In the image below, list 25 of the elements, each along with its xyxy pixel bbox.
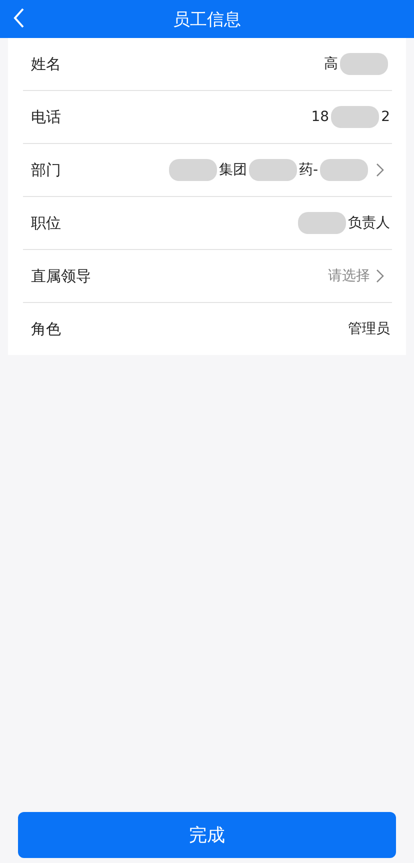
field-value: 负责人 <box>348 214 390 232</box>
field-label: 角色 <box>31 320 61 338</box>
done-button[interactable]: 完成 <box>18 812 396 858</box>
select-placeholder[interactable]: 请选择 <box>328 267 370 285</box>
field-value: 集团 <box>218 161 247 179</box>
page-title: 员工信息 <box>173 8 241 30</box>
field-value: 高 <box>324 55 338 73</box>
redaction-blur <box>340 53 388 75</box>
field-value: 18 <box>311 109 330 125</box>
back-icon[interactable] <box>13 8 25 28</box>
field-label: 姓名 <box>31 54 61 74</box>
field-value: 管理员 <box>348 320 390 338</box>
field-value: 药- <box>298 161 318 179</box>
redaction-blur <box>331 106 380 128</box>
field-value: 2 <box>381 109 390 125</box>
redaction-blur <box>248 159 297 181</box>
redaction-blur <box>298 212 346 234</box>
field-label: 职位 <box>31 214 61 232</box>
chevron-right-icon[interactable] <box>376 269 384 283</box>
field-label: 直属领导 <box>31 266 91 286</box>
redaction-blur <box>320 159 368 181</box>
field-label: 电话 <box>31 108 61 126</box>
field-label: 部门 <box>31 160 61 180</box>
chevron-right-icon[interactable] <box>376 163 384 177</box>
redaction-blur <box>168 159 217 181</box>
